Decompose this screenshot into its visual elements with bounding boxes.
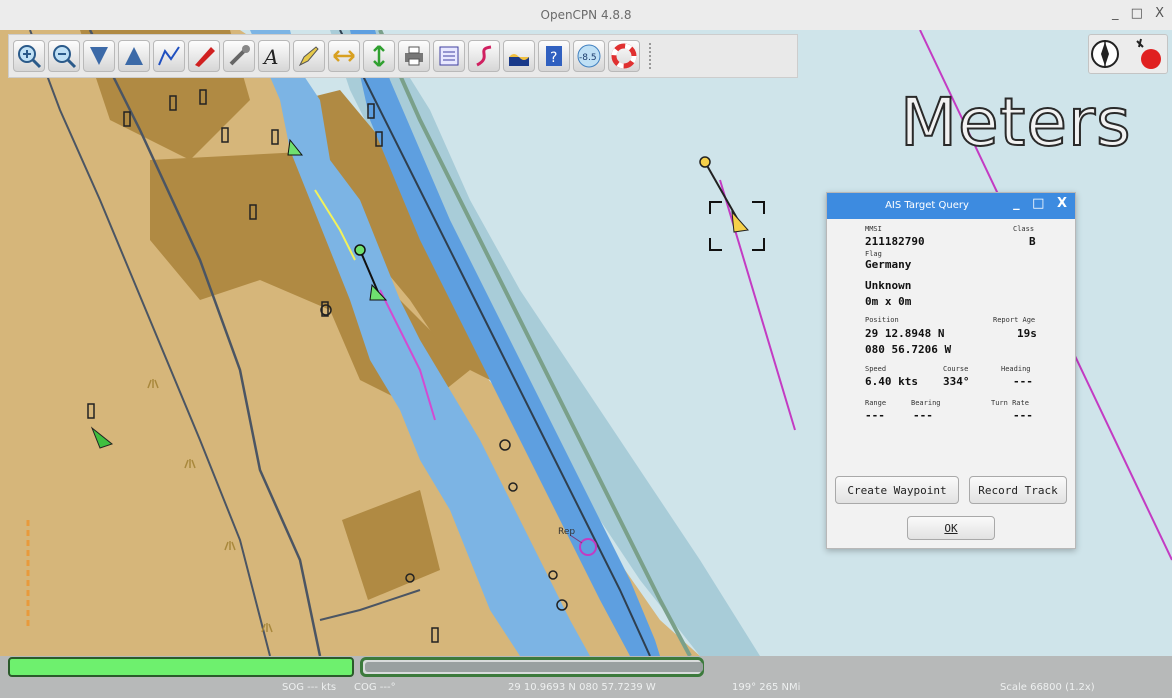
scale-in-button[interactable]	[83, 40, 115, 72]
course-value: 334°	[943, 375, 970, 388]
scale-out-icon	[125, 47, 143, 65]
compass-widget[interactable]	[1088, 34, 1168, 74]
zoom-in-button[interactable]	[13, 40, 45, 72]
depth-icon: -8.5	[577, 44, 601, 68]
flag-value: Germany	[865, 258, 912, 271]
ais-target-query-dialog: AIS Target Query _ □ X MMSI 211182790 Cl…	[826, 192, 1076, 549]
print-icon	[405, 46, 423, 66]
width-icon	[333, 50, 355, 62]
position-label: Position	[865, 316, 899, 324]
mmsi-label: MMSI	[865, 225, 882, 233]
ais-details: MMSI 211182790 Class B Flag Germany Unkn…	[827, 219, 1075, 479]
auto-follow-button[interactable]	[188, 40, 220, 72]
chart-quilt-bar-2-fill	[365, 662, 703, 672]
toolbar-grip[interactable]	[649, 43, 659, 69]
speed-label: Speed	[865, 365, 887, 373]
latitude-value: 29 12.8948 N	[865, 327, 945, 340]
longitude-value: 080 56.7206 W	[865, 343, 952, 356]
height-icon	[373, 45, 385, 67]
speed-value: 6.40 kts	[865, 375, 918, 388]
close-button[interactable]: X	[1155, 6, 1164, 21]
chart-quilt-bar-2[interactable]	[360, 657, 704, 677]
ais-maximize-button[interactable]: □	[1032, 196, 1044, 211]
record-track-button[interactable]: Record Track	[969, 476, 1067, 504]
flag-label: Flag	[865, 250, 882, 258]
depth-unit-overlay: Meters	[899, 83, 1132, 162]
route-manager-button[interactable]	[433, 40, 465, 72]
tide-icon	[509, 54, 529, 66]
bearing-distance-readout: 199° 265 NMi	[732, 682, 801, 693]
options-button[interactable]	[223, 40, 255, 72]
ok-button[interactable]: OK	[907, 516, 995, 540]
pencil-icon	[298, 46, 319, 67]
help-icon: ?	[546, 46, 562, 66]
cog-readout: COG ---°	[354, 682, 396, 693]
turn-rate-label: Turn Rate	[991, 399, 1029, 407]
create-waypoint-button[interactable]: Create Waypoint	[835, 476, 959, 504]
heading-value: ---	[1013, 375, 1033, 388]
svg-text:A: A	[262, 45, 278, 69]
window-title-bar: OpenCPN 4.8.8 _ □ X	[0, 0, 1172, 31]
compass-icon	[1091, 38, 1161, 69]
route-icon	[158, 46, 180, 66]
mob-button[interactable]	[608, 40, 640, 72]
bearing-label: Bearing	[911, 399, 941, 407]
text-icon: A	[262, 45, 278, 69]
scale-in-icon	[90, 47, 108, 65]
report-age-value: 19s	[1017, 327, 1037, 340]
range-label: Range	[865, 399, 887, 407]
ais-dialog-header[interactable]: AIS Target Query _ □ X	[827, 193, 1075, 219]
heading-label: Heading	[1001, 365, 1031, 373]
text-toggle-button[interactable]: A	[258, 40, 290, 72]
tide-button[interactable]	[503, 40, 535, 72]
mmsi-value: 211182790	[865, 235, 925, 248]
mob-icon	[611, 43, 637, 69]
track-button[interactable]	[468, 40, 500, 72]
ship-icon	[195, 47, 215, 67]
range-value: ---	[865, 409, 885, 422]
sog-readout: SOG --- kts	[282, 682, 337, 693]
class-label: Class	[1013, 225, 1035, 233]
measure-width-button[interactable]	[328, 40, 360, 72]
minimize-button[interactable]: _	[1112, 6, 1119, 21]
zoom-out-button[interactable]	[48, 40, 80, 72]
class-value: B	[1029, 235, 1036, 248]
measure-height-button[interactable]	[363, 40, 395, 72]
svg-text:-8.5: -8.5	[579, 53, 597, 63]
ais-dialog-title: AIS Target Query	[885, 200, 969, 211]
route-manager-icon	[439, 46, 459, 66]
print-button[interactable]	[398, 40, 430, 72]
settings-wrench-icon	[229, 45, 250, 66]
help-button[interactable]: ?	[538, 40, 570, 72]
route-button[interactable]	[153, 40, 185, 72]
main-toolbar: A ? -8.5	[8, 34, 798, 78]
svg-text:?: ?	[550, 50, 557, 66]
window-title: OpenCPN 4.8.8	[540, 8, 632, 22]
maximize-button[interactable]: □	[1131, 6, 1143, 21]
turn-rate-value: ---	[1013, 409, 1033, 422]
scale-readout: Scale 66800 (1.2x)	[1000, 682, 1095, 693]
zoom-out-icon	[53, 45, 77, 69]
depth-button[interactable]: -8.5	[573, 40, 605, 72]
vessel-name: Unknown	[865, 279, 912, 292]
track-icon	[476, 45, 492, 67]
scale-out-button[interactable]	[118, 40, 150, 72]
pencil-button[interactable]	[293, 40, 325, 72]
report-age-label: Report Age	[993, 316, 1036, 324]
ais-close-button[interactable]: X	[1057, 196, 1067, 211]
course-label: Course	[943, 365, 969, 373]
chart-quilt-bar-1[interactable]	[8, 657, 354, 677]
bearing-value: ---	[913, 409, 933, 422]
window-controls: _ □ X	[1104, 6, 1164, 21]
rep-label: Rep	[558, 527, 575, 537]
ais-dialog-controls: _ □ X	[1005, 196, 1067, 211]
ais-minimize-button[interactable]: _	[1013, 196, 1020, 211]
cursor-position-readout: 29 10.9693 N 080 57.7239 W	[508, 682, 656, 693]
zoom-in-icon	[18, 45, 42, 69]
vessel-size: 0m x 0m	[865, 295, 912, 308]
